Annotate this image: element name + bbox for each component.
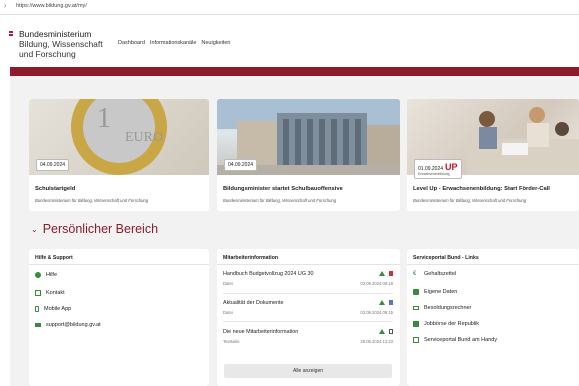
news-date: 01.09.2024 UP Erwachsenenbildung bbox=[414, 159, 462, 179]
back-icon[interactable]: › bbox=[4, 3, 6, 10]
tree-icon bbox=[379, 300, 385, 305]
contact-icon bbox=[35, 290, 41, 296]
level-up-badge: UP bbox=[445, 162, 458, 172]
own-data-link[interactable]: Eigene Daten bbox=[413, 289, 457, 295]
svg-text:EURO: EURO bbox=[125, 130, 163, 145]
chevron-down-icon[interactable]: ⌄ bbox=[31, 225, 38, 234]
panel-title: Serviceportal Bund - Links bbox=[413, 255, 479, 261]
level-up-badge-subtitle: Erwachsenenbildung bbox=[418, 172, 450, 176]
help-circle-icon bbox=[35, 272, 41, 278]
news-subtitle: Bundesministerium für Bildung, Wissensch… bbox=[223, 198, 337, 203]
user-data-icon bbox=[413, 289, 419, 295]
url-text[interactable]: https://www.bildung.gv.at/my/ bbox=[16, 3, 87, 9]
logo-line-3[interactable]: und Forschung bbox=[19, 49, 76, 59]
mail-icon bbox=[35, 323, 41, 327]
mobile-icon bbox=[35, 306, 39, 312]
mobile-service-link[interactable]: Serviceportal Bund am Handy bbox=[413, 337, 497, 343]
info-type: Textseite bbox=[223, 339, 240, 344]
site-header: Bundesministerium Bildung, Wissenschaft … bbox=[0, 15, 579, 67]
divider bbox=[217, 264, 400, 265]
job-icon bbox=[413, 321, 419, 327]
staff-info-panel: Mitarbeiterinformation Handbuch Budgetvo… bbox=[217, 249, 400, 386]
job-exchange-label: Jobbörse der Republik bbox=[424, 321, 480, 327]
address-bar[interactable]: › https://www.bildung.gv.at/my/ bbox=[0, 0, 579, 15]
phone-icon bbox=[413, 337, 419, 343]
contact-link-label: Kontakt bbox=[46, 290, 65, 296]
section-title: Persönlicher Bereich bbox=[42, 222, 159, 236]
news-card-level-up[interactable]: 01.09.2024 UP Erwachsenenbildung Level U… bbox=[407, 99, 579, 211]
calculator-icon bbox=[413, 306, 419, 310]
info-title[interactable]: Die neue Mitarbeiterinformation bbox=[223, 329, 393, 335]
payslip-label: Gehaltszettel bbox=[424, 271, 457, 277]
nav-dashboard[interactable]: Dashboard bbox=[118, 40, 145, 46]
svg-text:1: 1 bbox=[97, 103, 111, 134]
own-data-label: Eigene Daten bbox=[424, 289, 458, 295]
help-support-panel: Hilfe & Support Hilfe Kontakt Mobile App… bbox=[29, 249, 209, 386]
main-nav: Dashboard Informationskanäle Neuigkeiten bbox=[118, 40, 230, 46]
logo-line-1[interactable]: Bundesministerium bbox=[19, 29, 91, 39]
salary-calculator-link[interactable]: Besoldungsrechner bbox=[413, 305, 471, 311]
info-date: 03.09.2024 09:15 bbox=[360, 310, 393, 315]
header-red-band bbox=[10, 67, 579, 76]
news-card-schulbauoffensive[interactable]: 04.09.2024 Bildungsminister startet Schu… bbox=[217, 99, 400, 211]
news-title[interactable]: Schulstartgeld bbox=[35, 186, 75, 192]
help-link[interactable]: Hilfe bbox=[35, 272, 57, 278]
salary-calculator-label: Besoldungsrechner bbox=[424, 305, 472, 311]
job-exchange-link[interactable]: Jobbörse der Republik bbox=[413, 321, 479, 327]
panel-title: Hilfe & Support bbox=[35, 255, 73, 261]
list-item[interactable]: Handbuch Budgetvollzug 2024 UG 30 Datei … bbox=[223, 271, 393, 287]
help-link-label: Hilfe bbox=[46, 272, 58, 278]
contact-link[interactable]: Kontakt bbox=[35, 290, 65, 296]
section-toggle[interactable]: ⌄ Persönlicher Bereich bbox=[31, 222, 158, 236]
pdf-icon bbox=[389, 271, 393, 276]
divider bbox=[223, 293, 393, 294]
euro-icon: € bbox=[413, 271, 417, 277]
divider bbox=[407, 264, 579, 265]
mobile-app-label: Mobile App bbox=[44, 306, 72, 312]
mobile-app-link[interactable]: Mobile App bbox=[35, 306, 71, 312]
list-item[interactable]: Die neue Mitarbeiterinformation Textseit… bbox=[223, 329, 393, 345]
news-subtitle: Bundesministerium für Bildung, Wissensch… bbox=[35, 198, 149, 203]
nav-neuigkeiten[interactable]: Neuigkeiten bbox=[201, 40, 230, 46]
text-page-icon bbox=[389, 329, 393, 334]
payslip-link[interactable]: € Gehaltszettel bbox=[413, 271, 456, 277]
support-email-label: support@bildung.gv.at bbox=[46, 322, 101, 328]
news-date: 04.09.2024 bbox=[224, 159, 258, 171]
info-date: 28.08.2024 12:23 bbox=[360, 339, 393, 344]
news-date: 04.09.2024 bbox=[36, 159, 70, 171]
divider bbox=[29, 264, 209, 265]
logo-flag-icon bbox=[9, 31, 13, 37]
info-title[interactable]: Aktualität der Dokumente bbox=[223, 300, 393, 306]
info-type: Datei bbox=[223, 281, 233, 286]
info-type: Datei bbox=[223, 310, 233, 315]
tree-icon bbox=[379, 271, 385, 276]
nav-informationskanaele[interactable]: Informationskanäle bbox=[150, 40, 196, 46]
info-date: 03.09.2024 09:18 bbox=[360, 281, 393, 286]
service-portal-panel: Serviceportal Bund - Links € Gehaltszett… bbox=[407, 249, 579, 386]
news-subtitle: Bundesministerium für Bildung, Wissensch… bbox=[413, 198, 527, 203]
list-item[interactable]: Aktualität der Dokumente Datei 03.09.202… bbox=[223, 300, 393, 316]
show-all-button[interactable]: Alle anzeigen bbox=[224, 364, 392, 378]
news-card-schulstartgeld[interactable]: 1 EURO 04.09.2024 Schulstartgeld Bundesm… bbox=[29, 99, 209, 211]
divider bbox=[223, 321, 393, 322]
news-title[interactable]: Bildungsminister startet Schulbauoffensi… bbox=[223, 186, 343, 192]
panel-title: Mitarbeiterinformation bbox=[223, 255, 279, 261]
document-icon bbox=[389, 300, 393, 305]
tree-icon bbox=[379, 329, 385, 334]
news-title[interactable]: Level Up - Erwachsenenbildung: Start För… bbox=[413, 186, 550, 192]
support-email-link[interactable]: support@bildung.gv.at bbox=[35, 322, 101, 328]
mobile-service-label: Serviceportal Bund am Handy bbox=[424, 337, 498, 343]
info-title[interactable]: Handbuch Budgetvollzug 2024 UG 30 bbox=[223, 271, 393, 277]
logo-line-2[interactable]: Bildung, Wissenschaft bbox=[19, 39, 103, 49]
